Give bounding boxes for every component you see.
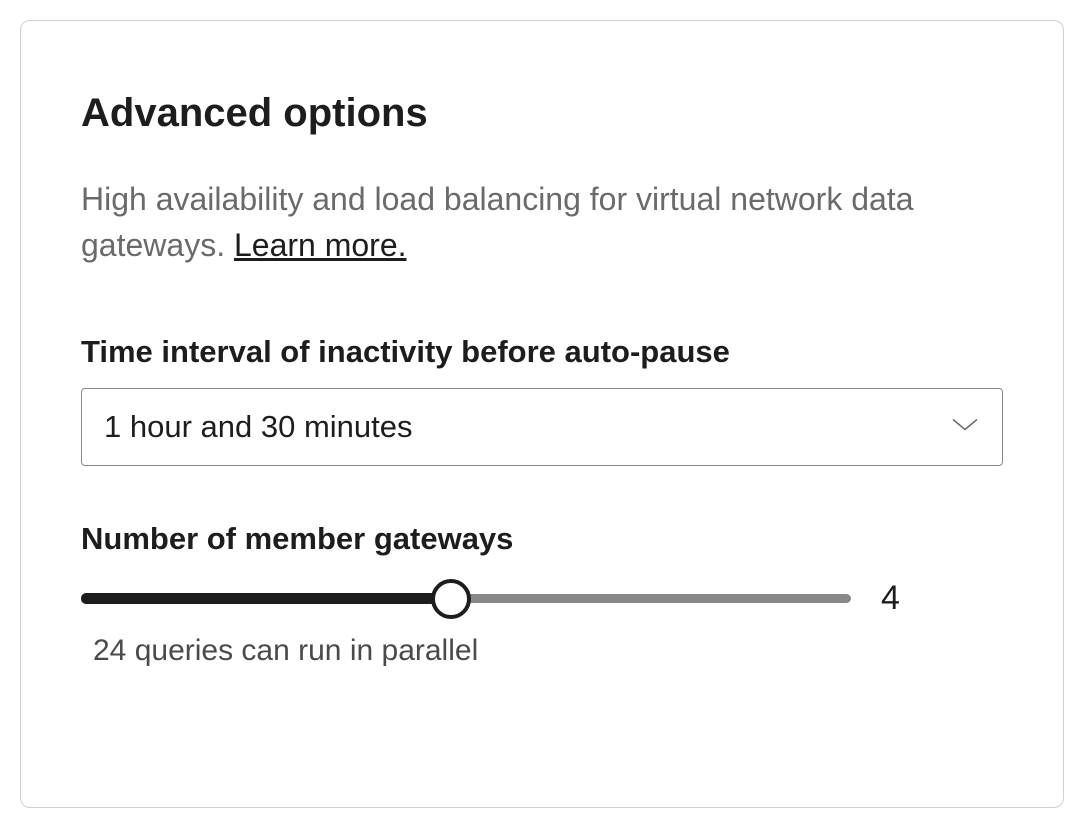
gateways-field: Number of member gateways 4 24 queries c…: [81, 521, 1003, 668]
gateways-slider-row: 4: [81, 579, 1003, 619]
section-title: Advanced options: [81, 91, 1003, 136]
autopause-select-wrapper: 1 hour and 30 minutes: [81, 388, 1003, 466]
section-description: High availability and load balancing for…: [81, 176, 1003, 269]
description-text: High availability and load balancing for…: [81, 181, 913, 263]
autopause-label: Time interval of inactivity before auto-…: [81, 334, 1003, 370]
autopause-select[interactable]: 1 hour and 30 minutes: [81, 388, 1003, 466]
gateways-value: 4: [881, 579, 990, 618]
gateways-label: Number of member gateways: [81, 521, 1003, 557]
gateways-slider[interactable]: [81, 579, 851, 619]
slider-thumb[interactable]: [431, 579, 471, 619]
gateways-helper-text: 24 queries can run in parallel: [93, 634, 1003, 668]
autopause-field: Time interval of inactivity before auto-…: [81, 334, 1003, 466]
autopause-select-value: 1 hour and 30 minutes: [104, 409, 942, 445]
advanced-options-card: Advanced options High availability and l…: [20, 20, 1064, 808]
learn-more-link[interactable]: Learn more.: [234, 227, 407, 263]
slider-track-fill: [81, 593, 451, 604]
